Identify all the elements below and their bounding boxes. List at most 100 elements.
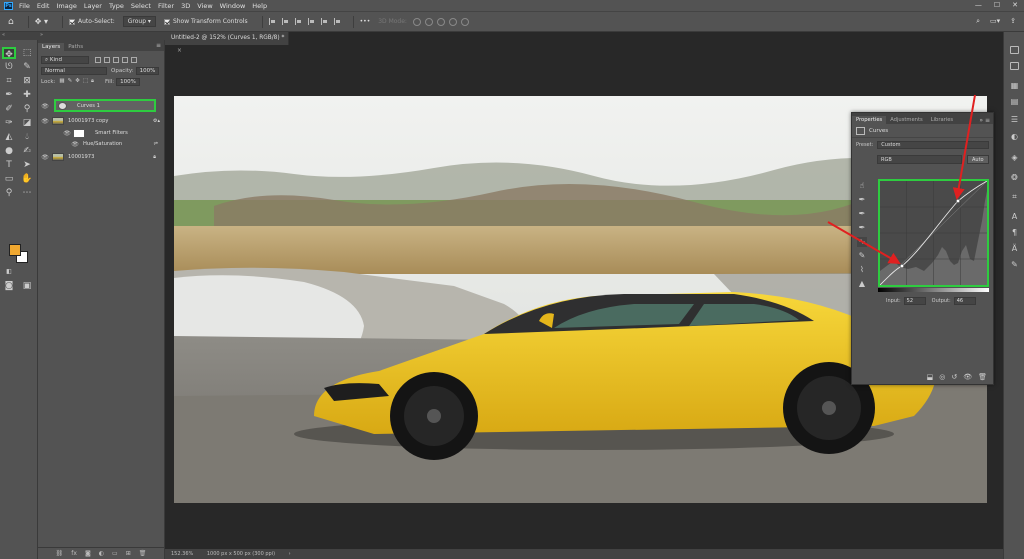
layers-panel-icon[interactable]: ◈ [1010,154,1019,162]
tab-properties[interactable]: Properties [852,116,887,124]
swatches-panel-icon[interactable] [1010,62,1019,70]
delete-adjustment-icon[interactable]: 🗑︎ [978,373,987,381]
path-select-tool-icon[interactable]: ➤ [20,159,34,171]
menu-3d[interactable]: 3D [181,2,190,10]
auto-select-checkbox[interactable]: Auto-Select: [68,18,115,25]
black-point-eyedropper-icon[interactable]: ✒ [857,195,867,205]
opacity-field[interactable]: 100% [135,66,160,75]
input-field[interactable]: 52 [903,297,926,305]
close-button[interactable]: ✕ [1012,1,1018,9]
history-brush-tool-icon[interactable]: ✑ [2,117,16,129]
filter-shape-icon[interactable] [122,56,128,63]
frame-tool-icon[interactable]: ⊠ [20,75,34,87]
minimize-button[interactable]: — [975,1,982,9]
eyedropper-tool-icon[interactable]: ✒ [2,89,16,101]
zoom-level[interactable]: 152.36% [171,551,193,557]
align-center-icon[interactable] [281,18,290,25]
filter-kind-dropdown[interactable]: ⌕ Kind [41,55,89,64]
filter-adjustment-icon[interactable] [104,56,110,63]
slide-3d-icon[interactable] [448,17,457,26]
quick-mask-icon[interactable]: ◙ [2,280,16,292]
history-panel-icon[interactable] [1010,46,1019,54]
adjustments-panel-icon[interactable]: ▤ [1010,98,1019,106]
menu-view[interactable]: View [197,2,212,10]
smooth-curve-icon[interactable]: ⌇ [857,265,867,275]
tab-paths[interactable]: Paths [64,43,87,51]
roll-3d-icon[interactable] [424,17,433,26]
pan-3d-icon[interactable] [436,17,445,26]
pen-tool-icon[interactable]: ✍ [20,145,34,157]
reset-icon[interactable]: ↺ [951,373,957,381]
new-adjustment-icon[interactable]: ◐ [99,550,104,557]
align-middle-icon[interactable] [320,18,329,25]
align-bottom-icon[interactable] [333,18,342,25]
properties-panel-icon[interactable]: ☰ [1010,116,1019,124]
target-adjust-icon[interactable]: ☝ [857,181,867,191]
glyphs-panel-icon[interactable]: Ä [1010,245,1019,253]
foreground-color-swatch[interactable] [9,244,21,256]
menu-window[interactable]: Window [220,2,246,10]
layer-row-background[interactable]: 👁︎ 10001973 🔒︎ [38,151,164,163]
menu-type[interactable]: Type [109,2,124,10]
filter-pixel-icon[interactable] [95,56,101,63]
more-tools-icon[interactable]: ⋯ [20,187,34,199]
hand-tool-icon[interactable]: ✋ [20,173,34,185]
filter-options-icon[interactable]: ⇌ [154,141,158,147]
visibility-icon[interactable]: 👁︎ [963,373,972,381]
character-panel-icon[interactable]: A [1010,213,1019,221]
document-tab[interactable]: Untitled-2 @ 152% (Curves 1, RGB/8) * × [165,32,289,54]
more-options-button[interactable]: ••• [360,18,371,25]
dodge-tool-icon[interactable]: ● [2,145,16,157]
search-icon[interactable]: ⌕ [976,17,980,26]
eraser-tool-icon[interactable]: ◪ [20,117,34,129]
menu-filter[interactable]: Filter [158,2,174,10]
eye-icon[interactable]: 👁︎ [41,154,49,161]
share-icon[interactable]: ⇪ [1010,17,1016,26]
auto-button[interactable]: Auto [967,154,989,164]
show-transform-checkbox[interactable]: Show Transform Controls [163,18,248,25]
menu-edit[interactable]: Edit [37,2,50,10]
menu-help[interactable]: Help [252,2,267,10]
lock-icons[interactable]: ▦✎✥⬚🔒︎ [59,78,97,85]
align-right-icon[interactable] [294,18,303,25]
auto-select-dropdown[interactable]: Group ▾ [122,16,156,27]
view-previous-icon[interactable]: ◎ [939,373,945,381]
menu-layer[interactable]: Layer [84,2,102,10]
zoom-tool-icon[interactable]: ⚲ [2,187,16,199]
white-point-eyedropper-icon[interactable]: ✒ [857,223,867,233]
channel-dropdown[interactable]: RGB [877,154,962,164]
filter-smart-icon[interactable] [131,56,137,63]
artboard-tool-icon[interactable]: ⬚ [20,47,34,59]
blend-mode-dropdown[interactable]: Normal [41,66,107,75]
move-tool-icon[interactable]: ✥ ▾ [35,17,48,26]
panel-menu-icon[interactable]: ≡ [156,42,161,49]
filter-type-icon[interactable] [113,56,119,63]
scale-3d-icon[interactable] [460,17,469,26]
new-group-icon[interactable]: ▭ [112,550,118,557]
move-tool-icon[interactable]: ✥ [2,47,16,60]
draw-curve-icon[interactable]: ✎ [857,251,867,261]
close-tab-icon[interactable]: × [177,48,182,54]
align-top-icon[interactable] [307,18,316,25]
default-colors-icon[interactable]: ◧ [2,266,16,278]
panel-menu-icon[interactable]: » ≡ [979,117,990,124]
status-arrow-icon[interactable]: › [289,551,291,557]
crop-tool-icon[interactable]: ⌗ [2,75,16,87]
screen-mode-icon[interactable]: ▣ [20,280,34,292]
channels-panel-icon[interactable]: ❂ [1010,174,1019,182]
color-panel-icon[interactable]: ◐ [1010,133,1019,141]
home-icon[interactable]: ⌂ [8,17,14,27]
tab-libraries[interactable]: Libraries [927,116,957,124]
layer-row-curves[interactable]: 👁︎ Curves 1 [38,100,164,112]
gray-point-eyedropper-icon[interactable]: ✒ [857,209,867,219]
layer-row-hue-saturation[interactable]: 👁︎ Hue/Saturation ⇌ [38,138,164,150]
paths-panel-icon[interactable]: ⌗ [1010,193,1019,201]
fx-icon[interactable]: fx [71,550,77,557]
menu-select[interactable]: Select [131,2,151,10]
layer-row-copy[interactable]: 👁︎ 10001973 copy ⚙▴ [38,115,164,127]
lasso-tool-icon[interactable]: ᘎ [2,61,16,73]
brushes-panel-icon[interactable]: ✎ [1010,261,1019,269]
add-mask-icon[interactable]: ◙ [85,550,91,557]
eye-icon[interactable]: 👁︎ [41,103,49,110]
clipping-warning-icon[interactable]: ▲ [857,279,867,289]
